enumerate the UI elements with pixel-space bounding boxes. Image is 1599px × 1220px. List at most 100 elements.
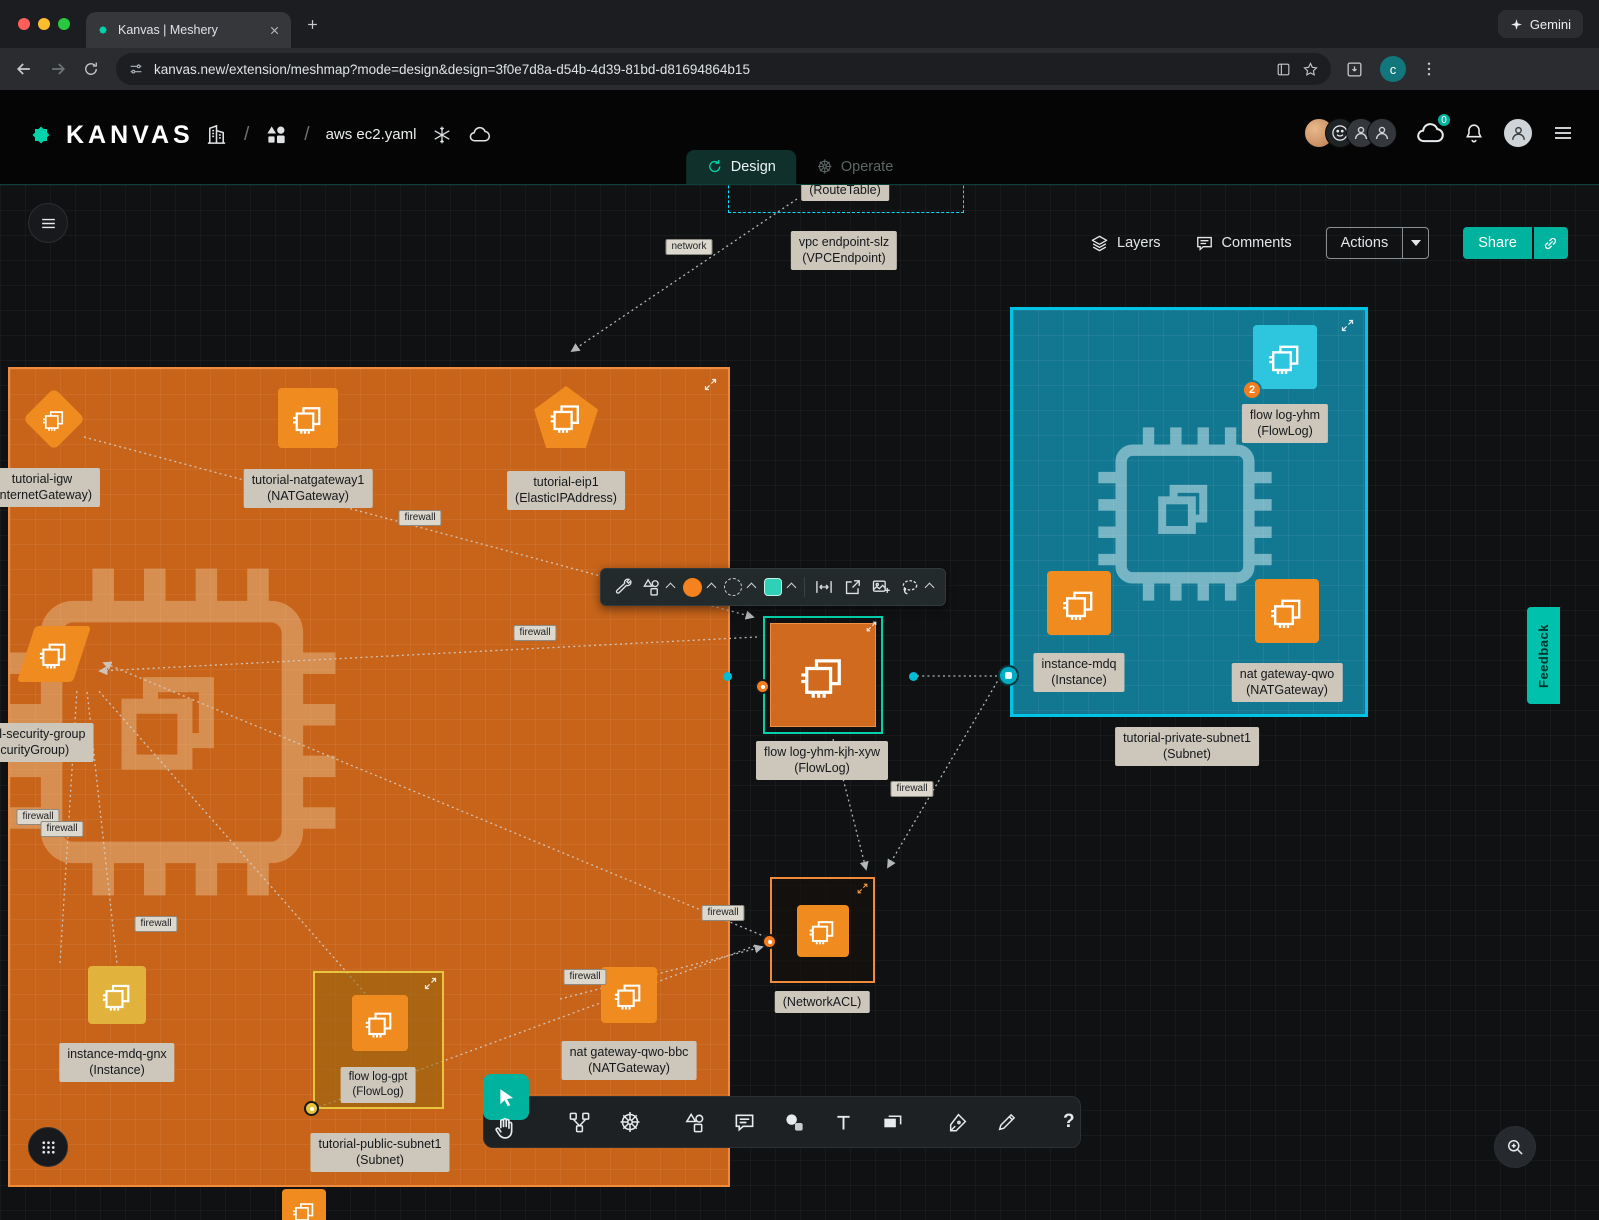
expand-icon[interactable]	[856, 882, 869, 895]
browser-profile-avatar[interactable]: c	[1380, 56, 1406, 82]
widgets-grid-button[interactable]	[28, 1127, 68, 1167]
snapshot-snowflake-icon[interactable]	[432, 125, 452, 145]
canvas-menu-button[interactable]	[28, 203, 68, 243]
pen-tool-icon[interactable]	[947, 1111, 969, 1133]
node-icon-instance-mdq-gnx[interactable]	[88, 966, 146, 1024]
node-label-internet-gateway[interactable]: tutorial-igw(InternetGateway)	[0, 468, 100, 507]
shape-picker-button[interactable]	[641, 577, 674, 597]
help-button[interactable]: ?	[1063, 1111, 1075, 1133]
comment-tool-icon[interactable]	[733, 1111, 756, 1134]
node-label-nat-gateway1[interactable]: tutorial-natgateway1(NATGateway)	[244, 469, 373, 508]
node-flow-log-yhm-kjh-xyw-selected[interactable]	[763, 616, 883, 734]
minimize-window-button[interactable]	[38, 18, 50, 30]
node-icon-instance-mdq[interactable]	[1047, 571, 1111, 635]
cloud-save-icon[interactable]	[468, 123, 491, 146]
pencil-tool-icon[interactable]	[996, 1111, 1018, 1133]
feedback-tab[interactable]: Feedback	[1527, 607, 1560, 704]
node-label-nat-gateway-qwo-bbc[interactable]: nat gateway-qwo-bbc(NATGateway)	[562, 1041, 697, 1080]
node-label-public-subnet[interactable]: tutorial-public-subnet1(Subnet)	[311, 1133, 450, 1172]
browser-menu-icon[interactable]	[1420, 60, 1438, 78]
hamburger-menu-icon[interactable]	[1551, 121, 1575, 145]
organization-icon[interactable]	[205, 123, 228, 146]
new-tab-button[interactable]	[305, 17, 320, 32]
select-tool-button-active[interactable]	[483, 1074, 529, 1120]
edge-endpoint-handle[interactable]	[998, 665, 1019, 686]
comments-button[interactable]: Comments	[1195, 234, 1292, 253]
node-label-elastic-ip[interactable]: tutorial-eip1(ElasticIPAddress)	[507, 471, 625, 510]
node-icon-nat-gateway-qwo-bbc[interactable]	[601, 967, 657, 1023]
node-icon-flow-log-yhm[interactable]	[1253, 325, 1317, 389]
fill-color-button[interactable]	[683, 578, 715, 597]
designs-icon[interactable]	[265, 123, 288, 146]
actions-dropdown-button[interactable]	[1402, 228, 1428, 258]
node-label-route-table[interactable]: (RouteTable)	[801, 185, 889, 201]
bell-icon[interactable]	[1463, 122, 1485, 144]
macos-window-controls[interactable]	[18, 18, 70, 30]
gemini-badge[interactable]: Gemini	[1498, 10, 1583, 38]
node-label-flow-log-gpt[interactable]: flow log-gpt(FlowLog)	[341, 1067, 416, 1103]
resize-width-button[interactable]	[814, 577, 834, 597]
address-bar[interactable]: kanvas.new/extension/meshmap?mode=design…	[116, 53, 1331, 85]
node-label-security-group[interactable]: tutorial-security-group(SecurityGroup)	[0, 723, 93, 762]
shapes-tool-icon[interactable]	[683, 1111, 706, 1134]
node-icon-flow-log-center[interactable]	[770, 623, 876, 727]
user-avatar-icon[interactable]	[1509, 124, 1528, 143]
connection-point-badge[interactable]	[762, 934, 777, 949]
node-label-nat-gateway-qwo[interactable]: nat gateway-qwo(NATGateway)	[1232, 663, 1343, 702]
expand-icon[interactable]	[423, 976, 438, 991]
node-icon-nat-gateway-qwo[interactable]	[1255, 579, 1319, 643]
node-label-network-acl[interactable]: (NetworkACL)	[775, 991, 870, 1013]
bookmark-star-icon[interactable]	[1302, 61, 1319, 78]
node-label-instance-mdq-gnx[interactable]: instance-mdq-gnx(Instance)	[59, 1043, 174, 1082]
person-avatar-icon[interactable]	[1373, 124, 1391, 142]
node-icon-nat-gateway1[interactable]	[278, 388, 338, 448]
lasso-select-button[interactable]	[900, 577, 933, 597]
zoom-button[interactable]	[1494, 1126, 1536, 1168]
expand-icon[interactable]	[1340, 318, 1355, 333]
browser-tab[interactable]: Kanvas | Meshery	[86, 12, 291, 48]
filled-shapes-tool-icon[interactable]	[783, 1111, 806, 1134]
cloud-connection-status[interactable]: 0	[1415, 118, 1445, 148]
helm-tool-icon[interactable]	[618, 1110, 642, 1134]
forward-icon[interactable]	[48, 59, 68, 79]
node-icon-network-acl[interactable]	[797, 905, 849, 957]
reload-icon[interactable]	[82, 60, 100, 78]
maximize-window-button[interactable]	[58, 18, 70, 30]
node-label-private-subnet[interactable]: tutorial-private-subnet1(Subnet)	[1115, 727, 1259, 766]
tab-operate[interactable]: Operate	[796, 150, 913, 184]
connection-point-badge[interactable]	[755, 679, 770, 694]
copy-link-button[interactable]	[1534, 227, 1568, 259]
back-icon[interactable]	[14, 59, 34, 79]
share-button-group[interactable]: Share	[1463, 227, 1568, 259]
saved-tab-group-icon[interactable]	[1275, 61, 1292, 78]
node-label-vpc-endpoint[interactable]: vpc endpoint-slz(VPCEndpoint)	[791, 231, 897, 270]
actions-button[interactable]: Actions	[1326, 227, 1430, 259]
collaborator-avatars[interactable]	[1304, 118, 1397, 148]
shape-fill-button[interactable]	[764, 578, 795, 596]
tools-wrench-button[interactable]	[613, 578, 632, 597]
node-label-flow-log-yhm[interactable]: flow log-yhm(FlowLog)	[1242, 404, 1328, 443]
expand-icon[interactable]	[703, 377, 718, 392]
tab-design[interactable]: Design	[686, 150, 796, 184]
flowchart-tool-icon[interactable]	[568, 1111, 591, 1134]
design-canvas[interactable]: (RouteTable) vpc endpoint-slz(VPCEndpoin…	[0, 185, 1599, 1220]
node-network-acl[interactable]	[770, 877, 875, 983]
close-window-button[interactable]	[18, 18, 30, 30]
layers-button[interactable]: Layers	[1090, 234, 1161, 253]
text-tool-icon[interactable]	[833, 1112, 854, 1133]
node-icon-flow-log-gpt[interactable]	[352, 995, 408, 1051]
site-settings-icon[interactable]	[128, 61, 144, 77]
selection-handle[interactable]	[723, 672, 732, 681]
pan-hand-tool-icon[interactable]	[493, 1115, 518, 1140]
add-image-button[interactable]	[871, 577, 891, 597]
design-file-name[interactable]: aws ec2.yaml	[326, 126, 417, 143]
node-icon-clipped-bottom[interactable]	[282, 1189, 326, 1220]
expand-icon[interactable]	[865, 620, 878, 633]
node-label-flow-log-center[interactable]: flow log-yhm-kjh-xyw(FlowLog)	[756, 741, 888, 780]
close-tab-icon[interactable]	[268, 24, 281, 37]
kanvas-logo[interactable]: KANVAS	[26, 120, 194, 150]
selection-handle[interactable]	[909, 672, 918, 681]
connection-point-badge[interactable]	[304, 1101, 319, 1116]
open-in-new-button[interactable]	[843, 578, 862, 597]
downloads-icon[interactable]	[1345, 60, 1364, 79]
